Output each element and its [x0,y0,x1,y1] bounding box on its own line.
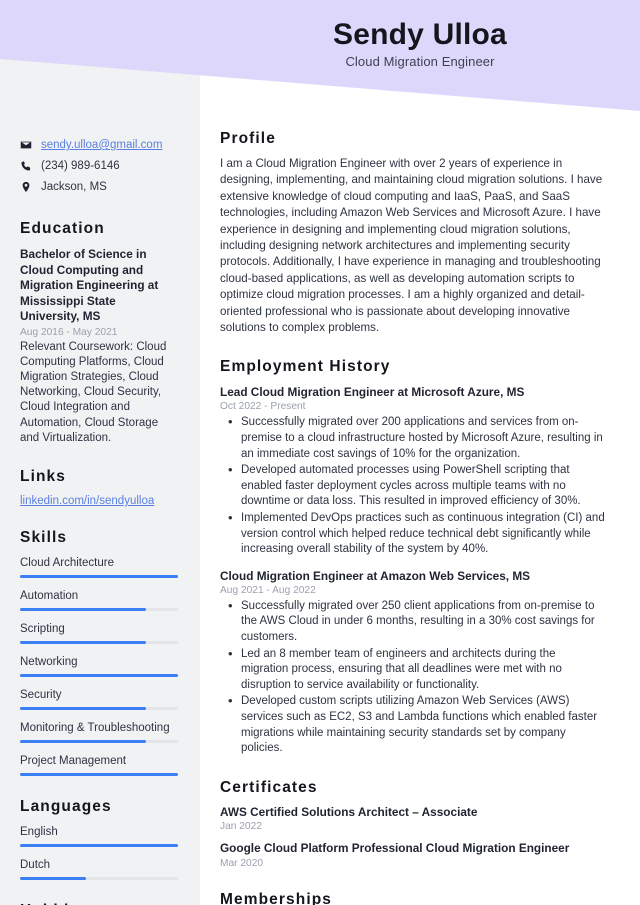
education-description: Relevant Coursework: Cloud Computing Pla… [20,340,167,444]
certificate-date: Mar 2020 [220,857,264,869]
skill-bar-track [20,739,178,743]
education-date: Aug 2016 - May 2021 [20,326,118,338]
skill-bar-fill [20,706,147,710]
education-heading: Education [20,220,105,237]
skill-bar-fill [20,772,178,776]
skill-item: Networking [20,655,178,677]
skill-bar-fill [20,739,147,743]
certificate-title: AWS Certified Solutions Architect – Asso… [220,804,478,819]
skill-bar-track [20,772,178,776]
language-label: English [20,825,58,838]
map-pin-icon [20,180,32,193]
resume-page: Sendy Ulloa Cloud Migration Engineer sen… [0,0,640,905]
envelope-icon [20,138,32,151]
job-bullet: Developed automated processes using Powe… [220,462,605,510]
skill-label: Security [20,688,62,701]
job-bullet: Implemented DevOps practices such as con… [220,510,605,558]
skill-bar-fill [20,673,178,677]
employment-heading: Employment History [220,358,391,376]
job-bullet: Led an 8 member team of engineers and ar… [220,646,605,694]
links-section: Links linkedin.com/in/sendyulloa [20,468,178,507]
skill-label: Scripting [20,622,65,635]
profile-text: I am a Cloud Migration Engineer with ove… [220,157,603,335]
profile-section: Profile I am a Cloud Migration Engineer … [220,130,605,336]
job-title: Cloud Migration Engineer at Amazon Web S… [220,568,531,583]
skill-label: Monitoring & Troubleshooting [20,721,170,734]
job-date: Oct 2022 - Present [220,401,306,413]
skill-bar-track [20,640,178,644]
skill-item: Automation [20,589,178,611]
main-column: Profile I am a Cloud Migration Engineer … [200,0,640,905]
skills-section: Skills Cloud Architecture Automation Scr… [20,529,178,776]
skill-bar-fill [20,607,147,611]
skill-item: Scripting [20,622,178,644]
memberships-section: Memberships Amazon Web Services (AWS) Ce… [220,891,605,905]
certificate-entry: AWS Certified Solutions Architect – Asso… [220,805,605,833]
job-bullet-list: Successfully migrated over 200 applicati… [220,414,605,558]
language-item: Dutch [20,858,178,880]
employment-entry: Cloud Migration Engineer at Amazon Web S… [220,568,605,757]
skill-bar-track [20,574,178,578]
skills-heading: Skills [20,528,68,546]
skill-label: Cloud Architecture [20,556,114,569]
skill-label: Networking [20,655,78,668]
phone-icon [20,159,32,172]
contact-list: sendy.ulloa@gmail.com (234) 989-6146 Jac… [20,138,178,194]
skill-bar-fill [20,640,147,644]
job-bullet-list: Successfully migrated over 250 client ap… [220,598,605,757]
skill-bar-track [20,706,178,710]
sidebar: sendy.ulloa@gmail.com (234) 989-6146 Jac… [0,0,200,905]
languages-section: Languages English Dutch [20,798,178,880]
email-text[interactable]: sendy.ulloa@gmail.com [41,138,162,152]
skill-item: Security [20,688,178,710]
location-text: Jackson, MS [41,181,107,193]
job-date: Aug 2021 - Aug 2022 [220,584,316,596]
skill-item: Cloud Architecture [20,556,178,578]
contact-location-row: Jackson, MS [20,180,178,194]
job-bullet: Successfully migrated over 200 applicati… [220,414,605,462]
skill-bar-fill [20,574,178,578]
job-title: Lead Cloud Migration Engineer at Microso… [220,385,525,400]
language-item: English [20,825,178,847]
links-heading: Links [20,467,66,485]
job-bullet: Successfully migrated over 250 client ap… [220,598,605,646]
memberships-heading: Memberships [220,890,333,905]
employment-entry: Lead Cloud Migration Engineer at Microso… [220,384,605,557]
certificates-section: Certificates AWS Certified Solutions Arc… [220,779,605,869]
phone-text: (234) 989-6146 [41,160,120,172]
certificates-heading: Certificates [220,778,318,796]
certificate-date: Jan 2022 [220,821,262,833]
job-bullet: Developed custom scripts utilizing Amazo… [220,693,605,756]
languages-heading: Languages [20,797,112,815]
skill-label: Automation [20,589,79,602]
contact-phone-row: (234) 989-6146 [20,159,178,173]
skill-item: Project Management [20,754,178,776]
employment-section: Employment History Lead Cloud Migration … [220,358,605,756]
language-bar-track [20,843,178,847]
skill-bar-track [20,673,178,677]
profile-heading: Profile [220,130,276,147]
skill-item: Monitoring & Troubleshooting [20,721,178,743]
education-section: Education Bachelor of Science in Cloud C… [20,220,178,446]
language-bar-track [20,876,178,880]
certificate-title: Google Cloud Platform Professional Cloud… [220,841,570,856]
language-bar-fill [20,843,178,847]
language-bar-fill [20,876,87,880]
language-label: Dutch [20,858,51,871]
skill-bar-track [20,607,178,611]
skill-label: Project Management [20,754,127,767]
link-item-linkedin[interactable]: linkedin.com/in/sendyulloa [20,495,178,507]
contact-email-row[interactable]: sendy.ulloa@gmail.com [20,138,178,152]
certificate-entry: Google Cloud Platform Professional Cloud… [220,841,605,869]
education-degree: Bachelor of Science in Cloud Computing a… [20,247,159,323]
